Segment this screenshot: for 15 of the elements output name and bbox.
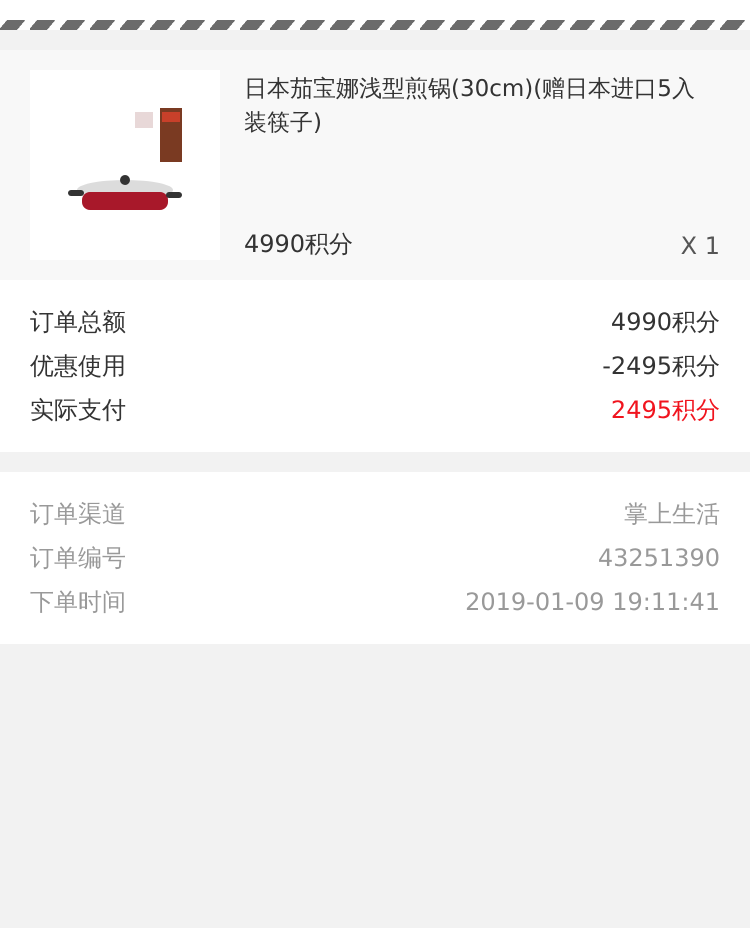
summary-value: -2495积分 [602, 351, 720, 382]
detail-value: 43251390 [598, 544, 720, 572]
product-quantity: X 1 [680, 232, 720, 260]
summary-label: 实际支付 [30, 395, 126, 426]
detail-value: 2019-01-09 19:11:41 [465, 588, 720, 616]
product-price: 4990积分 [244, 229, 354, 260]
summary-value: 2495积分 [610, 395, 720, 426]
detail-label: 订单编号 [30, 543, 126, 574]
detail-label: 下单时间 [30, 587, 126, 618]
summary-value: 4990积分 [610, 307, 720, 338]
detail-value: 掌上生活 [624, 499, 720, 530]
detail-label: 订单渠道 [30, 499, 126, 530]
summary-label: 订单总额 [30, 307, 126, 338]
summary-label: 优惠使用 [30, 351, 126, 382]
product-title: 日本茄宝娜浅型煎锅(30cm)(赠日本进口5入装筷子) [244, 75, 696, 138]
